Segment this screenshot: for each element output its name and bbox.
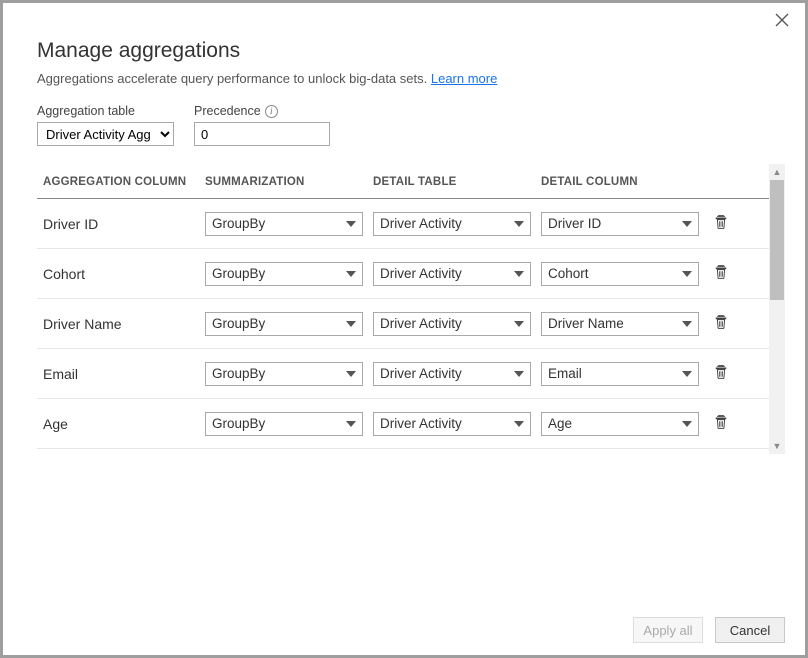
- detail-table-dropdown[interactable]: Driver Activity: [373, 362, 531, 386]
- description-text: Aggregations accelerate query performanc…: [37, 71, 427, 86]
- summarization-dropdown[interactable]: GroupBy: [205, 362, 363, 386]
- header-summarization: SUMMARIZATION: [205, 176, 373, 188]
- header-aggregation-column: AGGREGATION COLUMN: [37, 176, 205, 188]
- table-row: Driver IDGroupByDriver ActivityDriver ID: [37, 199, 769, 249]
- aggregation-table-label: Aggregation table: [37, 104, 174, 118]
- table-scroll: AGGREGATION COLUMN SUMMARIZATION DETAIL …: [37, 164, 769, 454]
- learn-more-link[interactable]: Learn more: [431, 71, 497, 86]
- apply-all-button[interactable]: Apply all: [633, 617, 703, 643]
- detail-column-dropdown[interactable]: Cohort: [541, 262, 699, 286]
- cancel-button[interactable]: Cancel: [715, 617, 785, 643]
- info-icon[interactable]: i: [265, 105, 278, 118]
- page-description: Aggregations accelerate query performanc…: [37, 71, 785, 86]
- aggregation-table-select[interactable]: Driver Activity Agg: [37, 122, 174, 146]
- aggregation-column-name: Driver ID: [37, 216, 205, 232]
- delete-icon[interactable]: [713, 364, 733, 384]
- aggregation-column-name: Cohort: [37, 266, 205, 282]
- header-detail-column: DETAIL COLUMN: [541, 176, 709, 188]
- dialog-frame: Manage aggregations Aggregations acceler…: [0, 0, 808, 658]
- delete-icon[interactable]: [713, 314, 733, 334]
- aggregation-column-name: Driver Name: [37, 316, 205, 332]
- detail-column-dropdown[interactable]: Driver Name: [541, 312, 699, 336]
- precedence-input[interactable]: [194, 122, 330, 146]
- table-row: CohortGroupByDriver ActivityCohort: [37, 249, 769, 299]
- detail-table-dropdown[interactable]: Driver Activity: [373, 312, 531, 336]
- detail-table-dropdown[interactable]: Driver Activity: [373, 212, 531, 236]
- scroll-thumb[interactable]: [770, 180, 784, 300]
- delete-icon[interactable]: [713, 414, 733, 434]
- table-row: AgeGroupByDriver ActivityAge: [37, 399, 769, 449]
- close-icon[interactable]: [775, 13, 789, 27]
- detail-column-dropdown[interactable]: Email: [541, 362, 699, 386]
- delete-icon[interactable]: [713, 214, 733, 234]
- table-header-row: AGGREGATION COLUMN SUMMARIZATION DETAIL …: [37, 164, 769, 199]
- table-body: Driver IDGroupByDriver ActivityDriver ID…: [37, 199, 769, 449]
- table-row: Driver NameGroupByDriver ActivityDriver …: [37, 299, 769, 349]
- settings-row: Aggregation table Driver Activity Agg Pr…: [37, 104, 785, 146]
- page-title: Manage aggregations: [37, 39, 785, 63]
- table-row: EmailGroupByDriver ActivityEmail: [37, 349, 769, 399]
- detail-table-dropdown[interactable]: Driver Activity: [373, 412, 531, 436]
- scroll-down-icon[interactable]: ▼: [769, 438, 785, 454]
- detail-column-dropdown[interactable]: Driver ID: [541, 212, 699, 236]
- precedence-label: Precedence i: [194, 104, 330, 118]
- summarization-dropdown[interactable]: GroupBy: [205, 262, 363, 286]
- aggregation-table-area: AGGREGATION COLUMN SUMMARIZATION DETAIL …: [37, 164, 785, 454]
- precedence-group: Precedence i: [194, 104, 330, 146]
- detail-column-dropdown[interactable]: Age: [541, 412, 699, 436]
- detail-table-dropdown[interactable]: Driver Activity: [373, 262, 531, 286]
- header-detail-table: DETAIL TABLE: [373, 176, 541, 188]
- scrollbar[interactable]: ▲ ▼: [769, 164, 785, 454]
- dialog-footer: Apply all Cancel: [633, 617, 785, 643]
- scroll-up-icon[interactable]: ▲: [769, 164, 785, 180]
- aggregation-column-name: Email: [37, 366, 205, 382]
- summarization-dropdown[interactable]: GroupBy: [205, 312, 363, 336]
- aggregation-table-group: Aggregation table Driver Activity Agg: [37, 104, 174, 146]
- summarization-dropdown[interactable]: GroupBy: [205, 212, 363, 236]
- aggregation-column-name: Age: [37, 416, 205, 432]
- summarization-dropdown[interactable]: GroupBy: [205, 412, 363, 436]
- delete-icon[interactable]: [713, 264, 733, 284]
